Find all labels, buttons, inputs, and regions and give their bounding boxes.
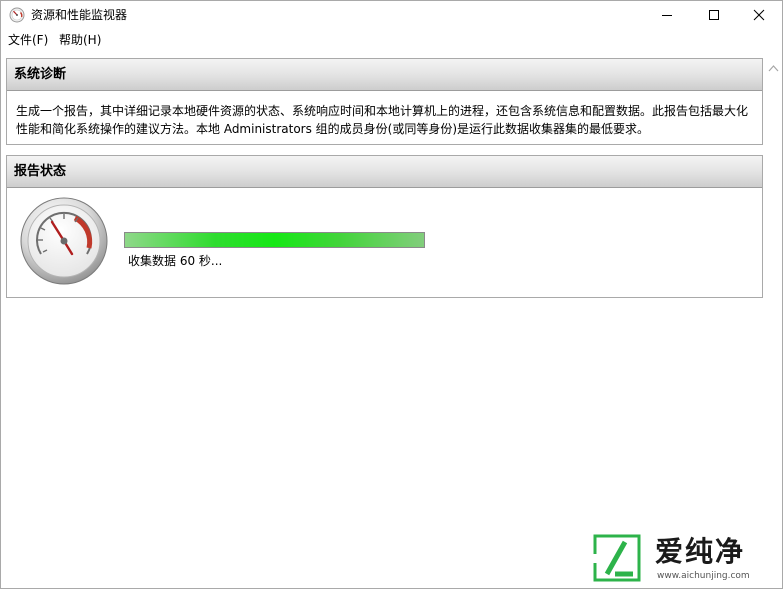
close-button[interactable] — [736, 1, 782, 29]
maximize-icon — [709, 10, 719, 20]
maximize-button[interactable] — [691, 1, 737, 29]
report-status-header[interactable]: 报告状态 — [7, 156, 762, 188]
menu-help[interactable]: 帮助(H) — [59, 32, 101, 48]
progress-status-text: 收集数据 60 秒... — [128, 254, 223, 268]
watermark-brand: 爱纯净 — [655, 535, 746, 568]
minimize-button[interactable] — [644, 1, 690, 29]
description-line: 性能和简化系统操作的建议方法。本地 Administrators 组的成员身份(… — [16, 122, 650, 136]
minimize-icon — [662, 15, 672, 16]
close-icon — [753, 9, 765, 21]
menu-bar: 文件(F) 帮助(H) — [1, 30, 782, 50]
performance-gauge-icon — [19, 196, 109, 286]
system-diagnosis-header[interactable]: 系统诊断 — [7, 59, 762, 91]
vertical-scrollbar[interactable] — [765, 51, 782, 588]
window-title: 资源和性能监视器 — [31, 8, 128, 22]
scroll-up-arrow-icon[interactable] — [768, 64, 779, 72]
progress-bar — [124, 232, 425, 248]
watermark-url: www.aichunjing.com — [657, 571, 750, 581]
menu-file[interactable]: 文件(F) — [8, 32, 48, 48]
watermark-logo-icon — [593, 534, 641, 582]
progress-bar-fill — [125, 233, 424, 247]
watermark: 爱纯净 www.aichunjing.com — [591, 531, 781, 587]
title-bar[interactable]: 资源和性能监视器 — [1, 1, 782, 29]
gauge-icon — [9, 7, 25, 23]
system-diagnosis-description: 生成一个报告，其中详细记录本地硬件资源的状态、系统响应时间和本地计算机上的进程，… — [16, 102, 756, 138]
content-area: 系统诊断 生成一个报告，其中详细记录本地硬件资源的状态、系统响应时间和本地计算机… — [1, 51, 765, 588]
system-diagnosis-panel: 系统诊断 生成一个报告，其中详细记录本地硬件资源的状态、系统响应时间和本地计算机… — [6, 58, 763, 145]
description-line: 生成一个报告，其中详细记录本地硬件资源的状态、系统响应时间和本地计算机上的进程，… — [16, 104, 749, 118]
report-status-panel: 报告状态 收集数据 60 秒... — [6, 155, 763, 298]
resource-monitor-window: 资源和性能监视器 文件(F) 帮助(H) 系统诊断 生成一个报告，其中详细记录本… — [0, 0, 783, 589]
